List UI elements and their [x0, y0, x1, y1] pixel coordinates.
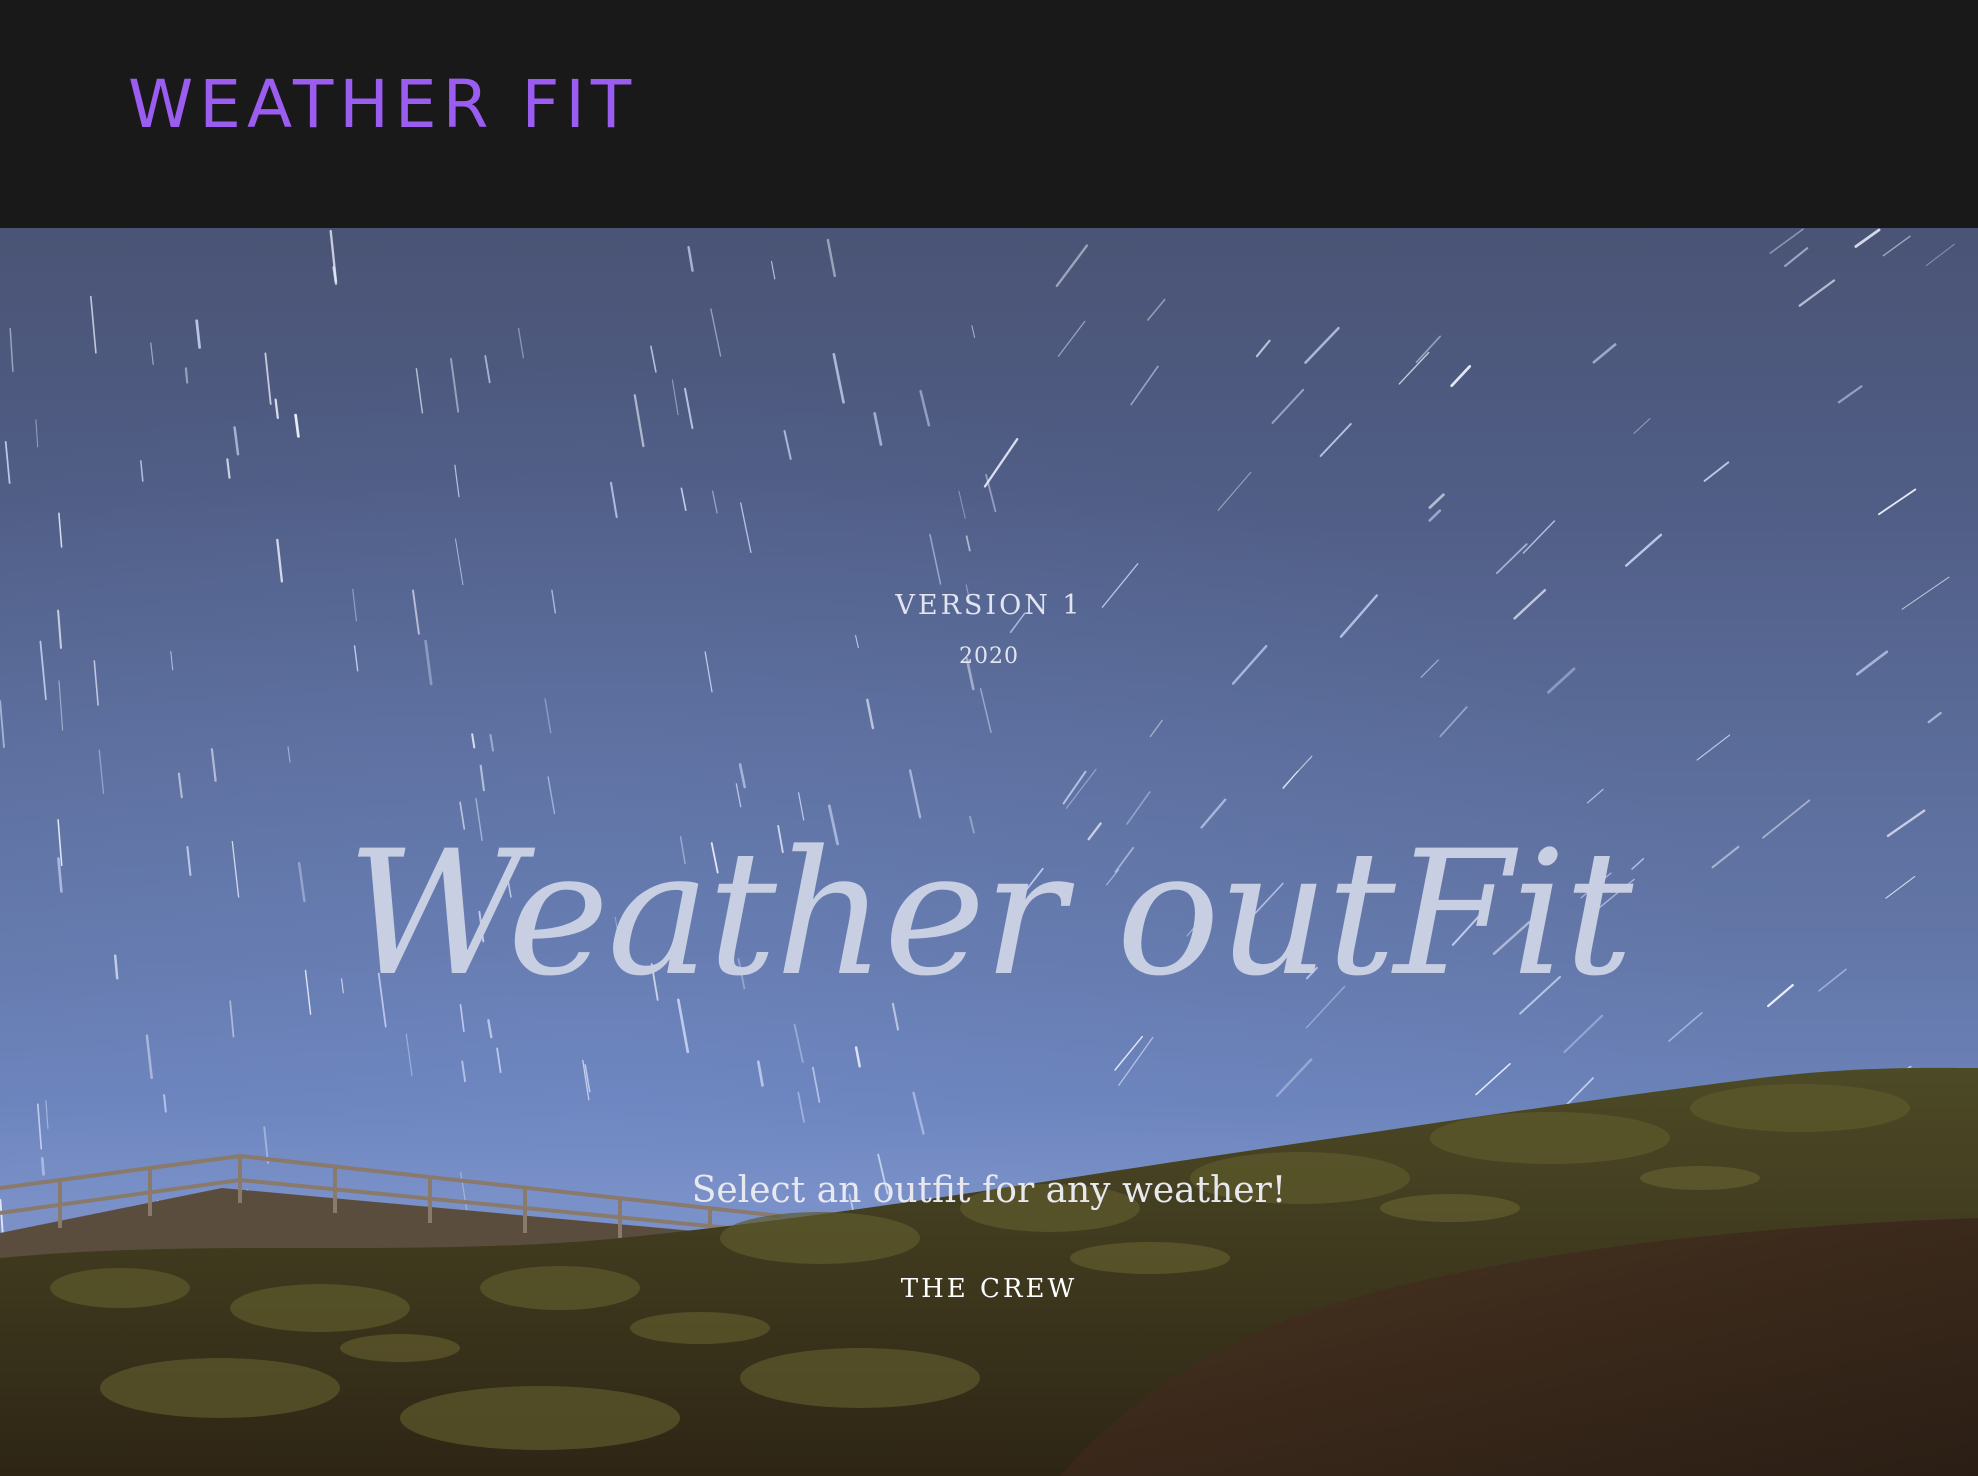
- hero-tagline: Select an outfit for any weather!: [691, 1170, 1287, 1211]
- the-crew-link[interactable]: THE CREW: [0, 1274, 1978, 1304]
- hero-section: VERSION 1 2020 Weather outFit Select an …: [0, 228, 1978, 1476]
- version-year: 2020: [959, 644, 1019, 669]
- version-label: VERSION 1: [895, 590, 1083, 621]
- page: WEATHER FIT VERSION 1 2020 Weather outFi…: [0, 0, 1978, 1476]
- top-nav-bar: WEATHER FIT: [0, 0, 1978, 228]
- hero-title: Weather outFit: [346, 813, 1634, 1014]
- brand-logo-text[interactable]: WEATHER FIT: [128, 72, 637, 138]
